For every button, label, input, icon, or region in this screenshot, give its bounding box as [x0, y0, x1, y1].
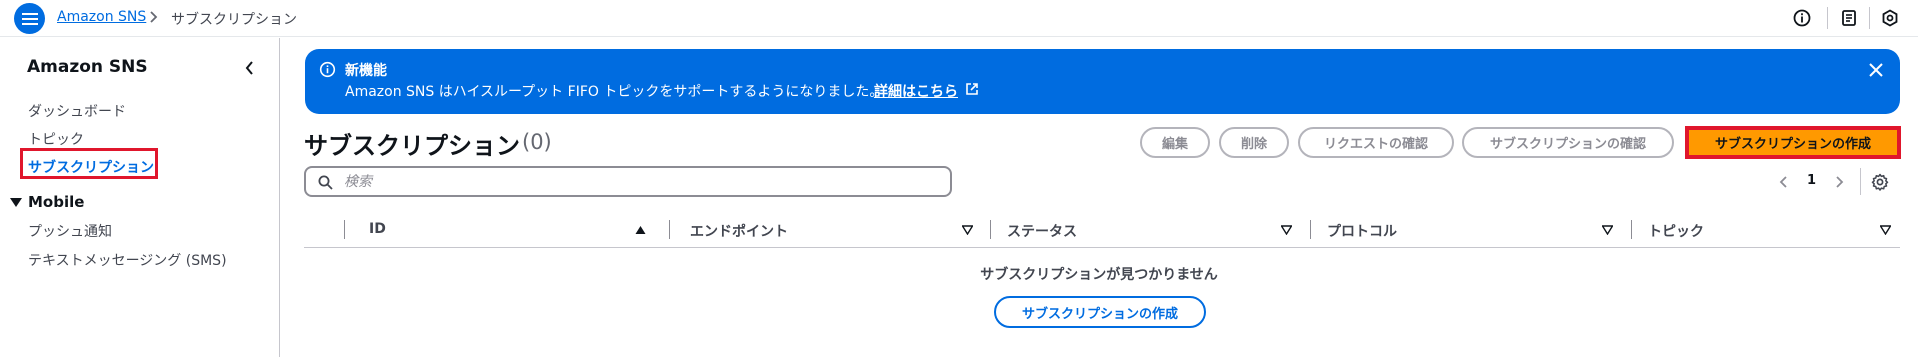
edit-button[interactable]: 編集: [1140, 127, 1210, 158]
notes-panel-icon[interactable]: [1839, 8, 1859, 28]
settings-hexagon-icon[interactable]: [1880, 8, 1900, 28]
toolbar-divider: [1827, 7, 1828, 29]
chevron-right-icon: [150, 11, 158, 23]
sidebar-title[interactable]: Amazon SNS: [27, 57, 148, 77]
caret-down-icon: [10, 197, 22, 207]
info-icon[interactable]: [1792, 8, 1812, 28]
column-header-status[interactable]: ステータス: [991, 212, 1310, 248]
sort-ascending-icon[interactable]: [635, 225, 646, 235]
breadcrumb-current: サブスクリプション: [171, 12, 297, 28]
toolbar-divider: [1869, 7, 1870, 29]
sidebar-item-topics[interactable]: トピック: [28, 129, 84, 149]
sidebar-item-dashboard[interactable]: ダッシュボード: [28, 101, 126, 121]
page-number[interactable]: 1: [1807, 173, 1816, 188]
subscription-count: (0): [522, 130, 552, 154]
top-navigation-bar: Amazon SNS サブスクリプション: [0, 0, 1918, 37]
empty-state-message: サブスクリプションが見つかりません: [980, 267, 1218, 283]
search-icon: [318, 175, 333, 190]
search-input[interactable]: [344, 172, 934, 192]
sort-icon[interactable]: [1880, 225, 1891, 235]
empty-state-create-subscription-button[interactable]: サブスクリプションの作成: [994, 296, 1206, 328]
close-icon[interactable]: [1866, 60, 1886, 80]
side-navigation: Amazon SNS ダッシュボード トピック サブスクリプション Mobile…: [0, 38, 280, 357]
sidebar-item-push-notifications[interactable]: プッシュ通知: [28, 221, 112, 241]
breadcrumb-amazon-sns-link[interactable]: Amazon SNS: [57, 9, 146, 25]
column-header-topic[interactable]: トピック: [1632, 212, 1900, 248]
column-header-id[interactable]: ID: [345, 212, 669, 248]
delete-button[interactable]: 削除: [1219, 127, 1289, 158]
flash-message: Amazon SNS はハイスループット FIFO トピックをサポートするように…: [345, 84, 884, 100]
column-header-endpoint[interactable]: エンドポイント: [670, 212, 990, 248]
sidebar-group-label: Mobile: [28, 193, 85, 211]
request-confirmation-button[interactable]: リクエストの確認: [1298, 127, 1454, 158]
sort-icon[interactable]: [962, 225, 973, 235]
search-field: [304, 166, 952, 197]
flash-title: 新機能: [345, 63, 387, 79]
external-link-icon[interactable]: [965, 82, 979, 96]
create-subscription-button[interactable]: サブスクリプションの作成: [1689, 130, 1897, 155]
column-header-protocol[interactable]: プロトコル: [1311, 212, 1631, 248]
gear-icon[interactable]: [1871, 173, 1889, 191]
sidebar-item-subscriptions[interactable]: サブスクリプション: [28, 157, 154, 177]
page-title: サブスクリプション: [304, 132, 520, 160]
menu-icon: [21, 12, 38, 25]
info-icon: [319, 61, 336, 78]
sort-icon[interactable]: [1281, 225, 1292, 235]
pagination-divider: [1860, 168, 1861, 195]
confirm-subscription-button[interactable]: サブスクリプションの確認: [1462, 127, 1674, 158]
table-header: ID エンドポイント ステータス プロトコル トピック: [304, 212, 1900, 248]
sidebar-group-mobile[interactable]: Mobile: [10, 193, 84, 211]
next-page-icon[interactable]: [1833, 175, 1845, 189]
learn-more-link[interactable]: 詳細はこちら: [874, 81, 958, 101]
sidebar-item-sms[interactable]: テキストメッセージング (SMS): [28, 250, 227, 270]
hamburger-menu-button[interactable]: [14, 3, 45, 34]
previous-page-icon[interactable]: [1778, 175, 1790, 189]
feature-flash-banner: 新機能 Amazon SNS はハイスループット FIFO トピックをサポートす…: [305, 49, 1900, 114]
chevron-left-icon[interactable]: [244, 60, 256, 76]
sort-icon[interactable]: [1602, 225, 1613, 235]
